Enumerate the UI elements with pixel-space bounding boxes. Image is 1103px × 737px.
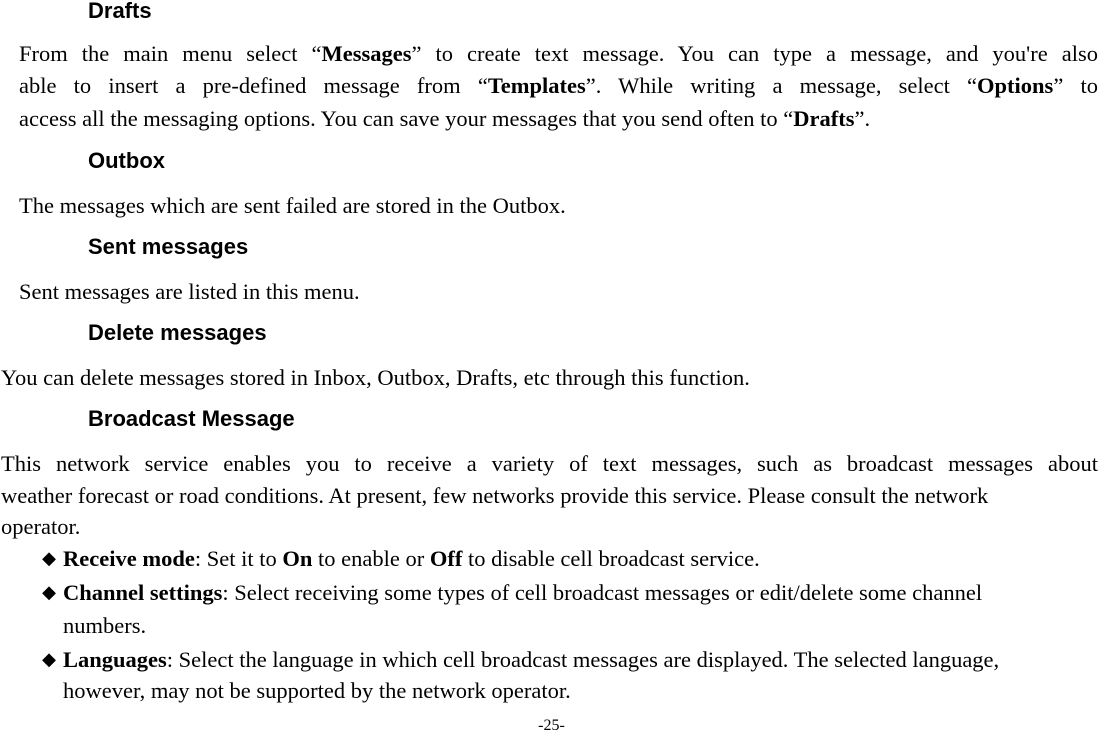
text: able to insert a pre-defined message fro… [19, 73, 488, 98]
bullet-channel-settings: Channel settings: Select receiving some … [63, 578, 982, 608]
text: to enable or [312, 546, 430, 571]
text: ”. While writing a message, select “ [585, 73, 978, 98]
heading-outbox: Outbox [88, 148, 165, 173]
term-options: Options [977, 73, 1054, 98]
term-receive-mode: Receive mode [63, 546, 195, 571]
delete-messages-paragraph: You can delete messages stored in Inbox,… [1, 365, 750, 390]
term-drafts: Drafts [793, 106, 855, 131]
outbox-paragraph: The messages which are sent failed are s… [19, 193, 566, 218]
text: From the main menu select “ [19, 41, 322, 66]
broadcast-paragraph-line-2: weather forecast or road conditions. At … [1, 483, 989, 508]
text: : Select the language in which cell broa… [166, 647, 1000, 672]
heading-delete-messages: Delete messages [88, 320, 267, 345]
term-messages: Messages [321, 41, 412, 66]
text: : Select receiving some types of cell br… [222, 580, 983, 605]
term-languages: Languages [63, 647, 167, 672]
term-off: Off [429, 546, 463, 571]
diamond-bullet-icon: ◆ [42, 582, 56, 603]
diamond-bullet-icon: ◆ [42, 649, 56, 670]
heading-sent-messages: Sent messages [88, 234, 249, 259]
bullet-channel-settings-continued: numbers. [63, 613, 147, 638]
diamond-bullet-icon: ◆ [42, 548, 56, 569]
page-number: -25- [538, 717, 565, 734]
heading-drafts: Drafts [88, 0, 152, 23]
text: ”. [854, 106, 871, 131]
drafts-paragraph-line-3: access all the messaging options. You ca… [19, 104, 870, 134]
drafts-paragraph-line-2: able to insert a pre-defined message fro… [19, 71, 1098, 101]
sent-messages-paragraph: Sent messages are listed in this menu. [19, 279, 360, 304]
bullet-languages: Languages: Select the language in which … [63, 645, 999, 675]
term-channel-settings: Channel settings [63, 580, 223, 605]
text: ” to [1053, 73, 1098, 98]
bullet-languages-continued: however, may not be supported by the net… [63, 678, 571, 703]
bullet-receive-mode: Receive mode: Set it to On to enable or … [63, 544, 760, 574]
text: access all the messaging options. You ca… [19, 106, 794, 131]
term-on: On [282, 546, 313, 571]
term-templates: Templates [487, 73, 586, 98]
broadcast-paragraph-line-1: This network service enables you to rece… [1, 451, 1098, 476]
text: ” to create text message. You can type a… [411, 41, 1098, 66]
text: to disable cell broadcast service. [462, 546, 760, 571]
text: : Set it to [194, 546, 283, 571]
heading-broadcast-message: Broadcast Message [88, 406, 295, 431]
drafts-paragraph-line-1: From the main menu select “Messages” to … [19, 39, 1098, 69]
broadcast-paragraph-line-3: operator. [1, 514, 81, 539]
